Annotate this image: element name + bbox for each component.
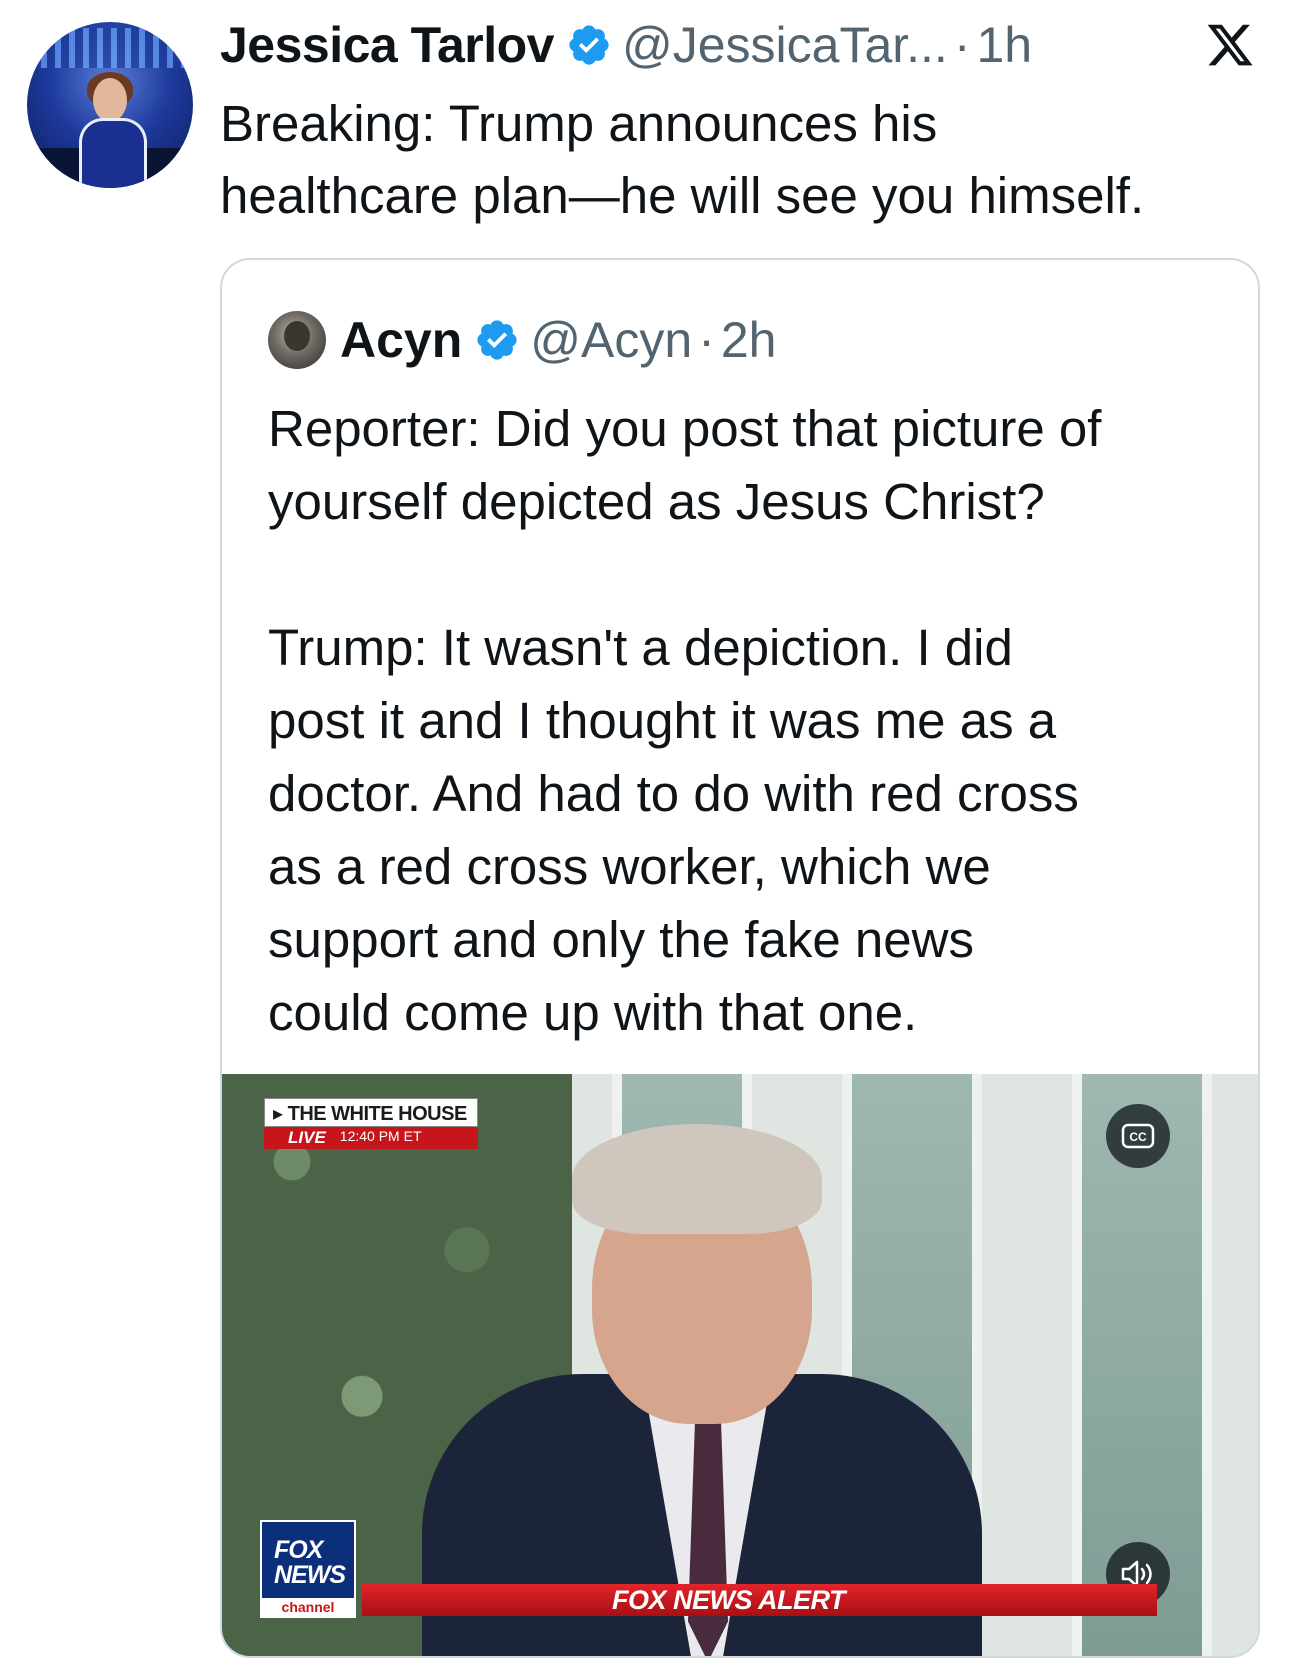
meta-separator: · <box>953 17 971 73</box>
quoted-tweet-header: Acyn @Acyn · 2h <box>268 308 776 372</box>
verified-badge-icon[interactable] <box>566 22 612 68</box>
lower-third-title: ▸ THE WHITE HOUSE <box>264 1098 478 1127</box>
quoted-author-avatar[interactable] <box>268 311 326 369</box>
video-speaker-hair <box>572 1124 822 1234</box>
closed-captions-button[interactable]: CC <box>1106 1104 1170 1168</box>
x-logo-icon[interactable] <box>1205 20 1255 70</box>
closed-captions-icon: CC <box>1121 1123 1155 1149</box>
quoted-tweet-text: Reporter: Did you post that picture of y… <box>268 400 1102 1041</box>
author-avatar[interactable] <box>27 22 193 188</box>
video-player[interactable]: ▸ THE WHITE HOUSE LIVE 12:40 PM ET CC FO… <box>222 1074 1258 1656</box>
fox-logo-channel: channel <box>262 1598 354 1616</box>
fox-logo-line1: FOX <box>274 1536 323 1564</box>
quoted-tweet-timestamp[interactable]: 2h <box>721 311 777 369</box>
fox-news-logo: FOX NEWS channel <box>260 1520 356 1618</box>
avatar-background <box>27 28 193 68</box>
author-handle[interactable]: @JessicaTar... <box>622 16 948 74</box>
avatar-face <box>93 78 127 122</box>
tweet-header: Jessica Tarlov @JessicaTar... · 1h <box>220 14 1032 76</box>
quoted-author-name[interactable]: Acyn <box>340 311 462 369</box>
quoted-author-handle[interactable]: @Acyn <box>530 311 692 369</box>
lower-third-live-bar: LIVE 12:40 PM ET <box>264 1127 478 1149</box>
author-name[interactable]: Jessica Tarlov <box>220 16 554 74</box>
news-alert-banner: FOX NEWS ALERT <box>362 1584 1157 1616</box>
broadcast-time: 12:40 PM ET <box>339 1128 422 1144</box>
tweet-timestamp[interactable]: 1h <box>976 16 1032 74</box>
quoted-tweet-card[interactable]: Acyn @Acyn · 2h Reporter: Did you post t… <box>220 258 1260 1658</box>
fox-logo-line2: NEWS <box>274 1561 346 1589</box>
verified-badge-icon[interactable] <box>474 317 520 363</box>
live-label: LIVE <box>288 1128 326 1147</box>
tweet-text: Breaking: Trump announces his healthcare… <box>220 95 1145 224</box>
svg-text:CC: CC <box>1129 1130 1147 1144</box>
avatar-jacket <box>79 118 147 188</box>
meta-separator: · <box>698 312 715 368</box>
news-lower-third: ▸ THE WHITE HOUSE LIVE 12:40 PM ET <box>264 1098 478 1149</box>
